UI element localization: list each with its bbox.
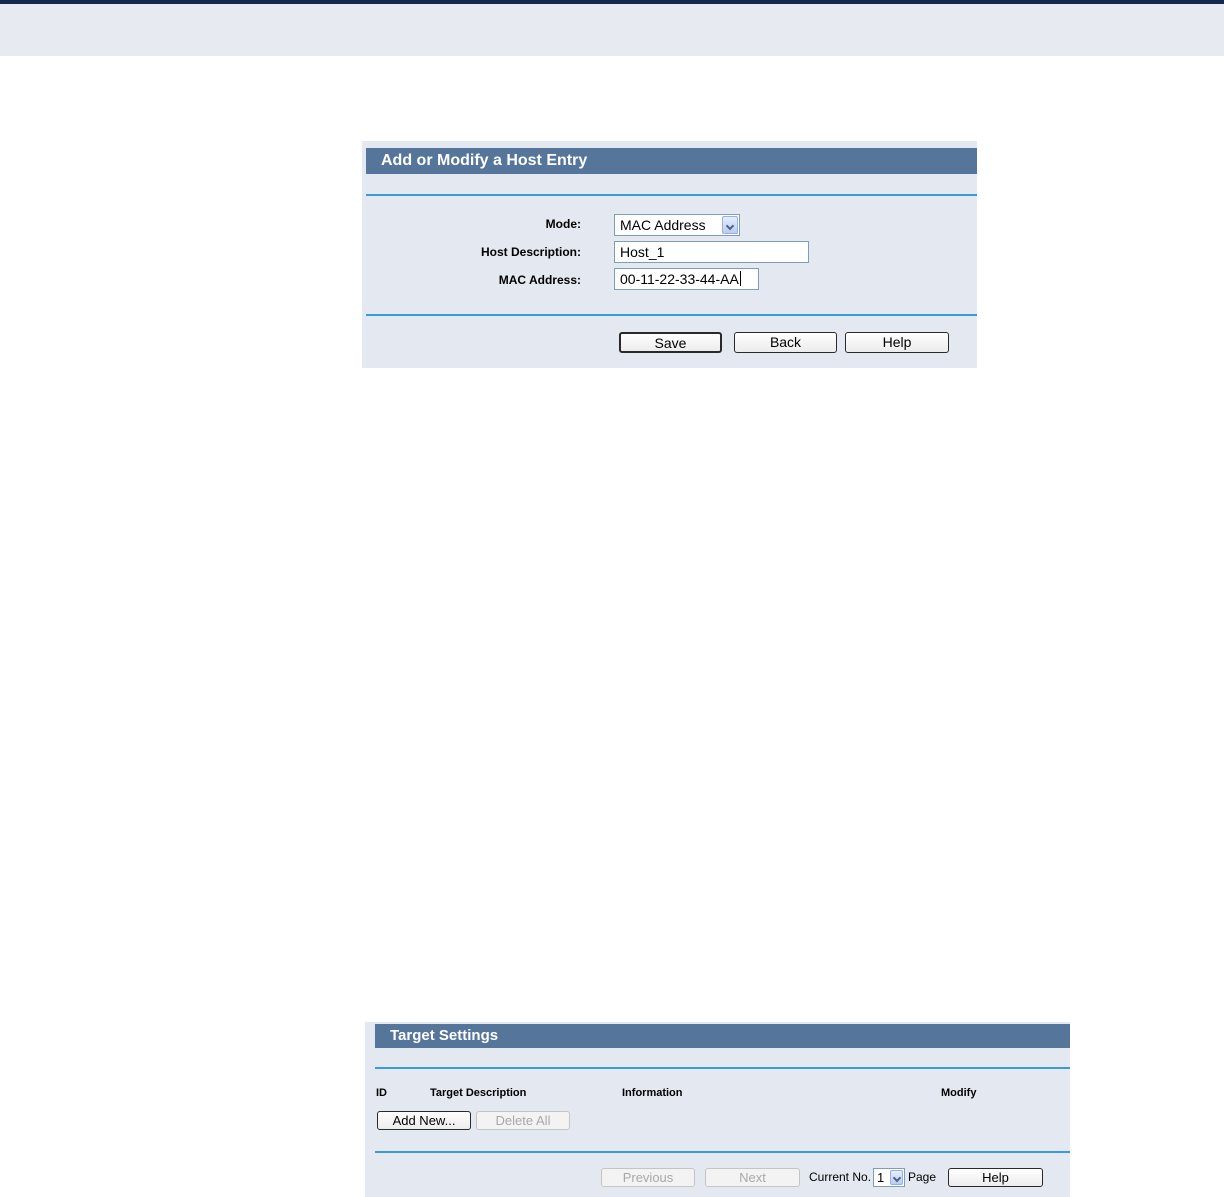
previous-button[interactable]: Previous xyxy=(601,1168,695,1187)
column-target-description: Target Description xyxy=(430,1087,527,1099)
divider-bottom xyxy=(375,1151,1070,1153)
target-settings-panel: Target Settings ID Target Description In… xyxy=(365,1022,1070,1197)
chevron-down-icon[interactable] xyxy=(890,1170,903,1185)
page-select[interactable]: 1 xyxy=(873,1168,905,1187)
column-modify: Modify xyxy=(941,1087,977,1099)
divider-top xyxy=(366,194,977,196)
mac-address-value: 00-11-22-33-44-AA xyxy=(620,271,739,287)
back-button[interactable]: Back xyxy=(734,332,837,353)
mac-address-input[interactable]: 00-11-22-33-44-AA xyxy=(614,268,759,290)
text-cursor xyxy=(739,271,741,286)
host-entry-panel: Add or Modify a Host Entry Mode: MAC Add… xyxy=(362,141,977,368)
page-select-value: 1 xyxy=(877,1170,885,1185)
chevron-down-icon[interactable] xyxy=(722,216,738,234)
target-settings-title: Target Settings xyxy=(375,1024,1070,1048)
column-information: Information xyxy=(622,1087,683,1099)
host-entry-title: Add or Modify a Host Entry xyxy=(366,148,977,174)
mode-select-value: MAC Address xyxy=(620,217,706,233)
save-button[interactable]: Save xyxy=(619,332,722,353)
add-new-button[interactable]: Add New... xyxy=(377,1111,471,1130)
divider-bottom xyxy=(366,314,977,316)
host-description-input[interactable]: Host_1 xyxy=(614,241,809,263)
host-description-label: Host Description: xyxy=(480,245,581,259)
divider-top xyxy=(375,1067,1070,1069)
help-button[interactable]: Help xyxy=(948,1168,1043,1187)
page-label: Page xyxy=(908,1170,937,1184)
column-id: ID xyxy=(376,1087,387,1099)
top-banner xyxy=(0,4,1224,56)
mode-select[interactable]: MAC Address xyxy=(614,214,740,236)
host-description-value: Host_1 xyxy=(620,244,665,260)
next-button[interactable]: Next xyxy=(705,1168,800,1187)
current-no-label: Current No. xyxy=(809,1170,872,1184)
help-button[interactable]: Help xyxy=(845,332,949,353)
delete-all-button[interactable]: Delete All xyxy=(476,1111,570,1130)
mac-address-label: MAC Address: xyxy=(498,273,581,287)
mode-label: Mode: xyxy=(545,217,581,231)
